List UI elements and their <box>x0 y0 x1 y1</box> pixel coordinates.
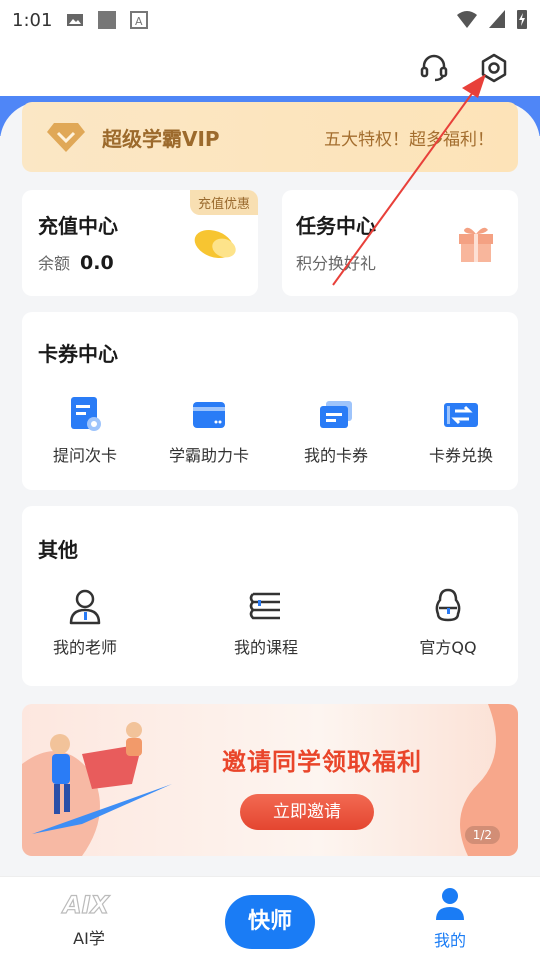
coupon-exchange-item[interactable]: 卡券兑换 <box>401 394 521 466</box>
official-qq-label: 官方QQ <box>419 638 477 657</box>
coupon-exchange-label: 卡券兑换 <box>428 446 493 465</box>
invite-illustration <box>22 722 172 856</box>
nav-mine-label: 我的 <box>433 931 466 950</box>
question-card-item[interactable]: 提问次卡 <box>25 394 145 466</box>
wifi-icon <box>457 11 477 28</box>
invite-headline: 邀请同学领取福利 <box>222 748 422 776</box>
a-icon: A <box>130 11 149 29</box>
official-qq-item[interactable]: 官方QQ <box>388 586 508 658</box>
signal-icon <box>489 10 505 28</box>
vip-title: 超级学霸VIP <box>102 126 220 151</box>
others-title: 其他 <box>38 538 78 562</box>
battery-icon <box>517 10 527 29</box>
my-teacher-item[interactable]: 我的老师 <box>25 586 145 658</box>
my-teacher-label: 我的老师 <box>52 638 117 657</box>
task-title: 任务中心 <box>296 214 376 238</box>
invite-now-button[interactable]: 立即邀请 <box>240 794 374 830</box>
bottom-navigation: AIX AI学 快师 我的 <box>0 876 540 960</box>
settings-icon <box>481 53 507 83</box>
status-bar: 1:01 A <box>0 0 540 40</box>
top-header <box>0 40 540 100</box>
my-coupons-item[interactable]: 我的卡券 <box>276 394 396 466</box>
card-center-title: 卡券中心 <box>38 342 118 366</box>
balance-value: 0.0 <box>80 252 114 274</box>
headset-icon <box>420 54 448 82</box>
nav-mine[interactable]: 我的 <box>420 887 480 951</box>
ticket-icon <box>320 401 352 428</box>
recharge-title: 充值中心 <box>38 214 118 238</box>
recharge-center-card[interactable]: 充值优惠 充值中心 余额 0.0 <box>22 190 258 296</box>
card-center-section: 卡券中心 提问次卡 学霸助力卡 我的卡券 卡券兑换 <box>22 312 518 490</box>
balance-label: 余额 <box>38 254 71 273</box>
status-time: 1:01 <box>12 9 53 31</box>
question-card-label: 提问次卡 <box>52 446 117 465</box>
task-subtitle: 积分换好礼 <box>296 254 377 273</box>
nav-ai-learn-label: AI学 <box>73 929 105 948</box>
recharge-promo-tag: 充值优惠 <box>189 190 258 215</box>
course-icon <box>249 592 280 620</box>
exchange-icon <box>444 403 478 427</box>
helper-card-label: 学霸助力卡 <box>168 446 249 465</box>
vip-perk-text: 五大特权！超多福利！ <box>324 129 494 150</box>
gift-icon <box>459 227 493 262</box>
user-icon <box>436 888 464 920</box>
image-icon <box>67 14 84 26</box>
my-courses-item[interactable]: 我的课程 <box>206 586 326 658</box>
teacher-icon <box>69 589 101 625</box>
square-icon <box>98 11 117 29</box>
banner-pager: 1/2 <box>464 826 500 844</box>
qq-icon <box>435 588 461 622</box>
customer-service-button[interactable] <box>416 50 452 86</box>
settings-button[interactable] <box>476 50 512 86</box>
ai-logo-icon: AIX <box>60 890 111 919</box>
svg-text:AIX: AIX <box>61 891 111 919</box>
helper-card-item[interactable]: 学霸助力卡 <box>149 394 269 466</box>
nav-ai-learn[interactable]: AIX AI学 <box>50 889 128 949</box>
invite-banner[interactable]: 邀请同学领取福利 立即邀请 1/2 <box>22 704 518 856</box>
my-courses-label: 我的课程 <box>233 638 298 657</box>
coin-bean-icon <box>194 229 236 259</box>
question-card-icon <box>71 397 101 431</box>
task-center-card[interactable]: 任务中心 积分换好礼 <box>282 190 518 296</box>
my-coupons-label: 我的卡券 <box>303 446 368 465</box>
vip-banner[interactable]: 超级学霸VIP 五大特权！超多福利！ <box>22 102 518 172</box>
wallet-card-icon <box>193 402 225 428</box>
svg-text:A: A <box>135 15 143 28</box>
nav-center-button[interactable]: 快师 <box>225 895 315 949</box>
others-section: 其他 我的老师 我的课程 官方QQ <box>22 506 518 686</box>
diamond-icon <box>47 123 85 152</box>
